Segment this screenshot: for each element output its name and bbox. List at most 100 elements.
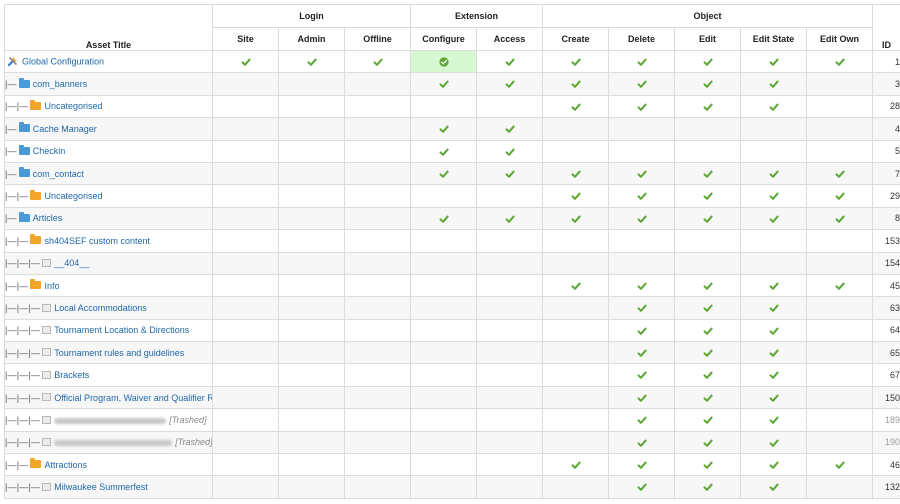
site-permission-cell[interactable]: [212, 139, 279, 163]
edit-state-permission-cell[interactable]: [740, 341, 808, 365]
create-permission-cell[interactable]: [542, 408, 610, 432]
site-permission-cell[interactable]: [212, 430, 279, 455]
create-permission-cell[interactable]: [542, 117, 610, 141]
delete-permission-cell[interactable]: [608, 49, 676, 74]
offline-permission-cell[interactable]: [344, 206, 411, 231]
admin-permission-cell[interactable]: [278, 296, 345, 320]
offline-permission-cell[interactable]: [344, 184, 411, 208]
admin-permission-cell[interactable]: [278, 430, 345, 455]
access-permission-cell[interactable]: [475, 408, 544, 432]
offline-permission-cell[interactable]: [344, 408, 411, 432]
admin-permission-cell[interactable]: [278, 229, 345, 253]
offline-permission-cell[interactable]: [344, 341, 411, 365]
edit-permission-cell[interactable]: [674, 206, 742, 231]
edit-own-permission-cell[interactable]: [806, 363, 874, 387]
edit-permission-cell[interactable]: [674, 273, 742, 298]
create-permission-cell[interactable]: [542, 229, 610, 253]
edit-state-permission-cell[interactable]: [740, 430, 808, 455]
asset-title-link[interactable]: Brackets: [54, 370, 89, 380]
delete-permission-cell[interactable]: [608, 363, 676, 387]
admin-permission-cell[interactable]: [278, 206, 345, 231]
create-permission-cell[interactable]: [542, 94, 610, 119]
configure-permission-cell[interactable]: [410, 363, 477, 387]
configure-permission-cell[interactable]: [410, 139, 477, 163]
admin-permission-cell[interactable]: [278, 318, 345, 343]
edit-state-permission-cell[interactable]: [740, 184, 808, 208]
configure-permission-cell[interactable]: [410, 117, 477, 141]
edit-state-permission-cell[interactable]: [740, 475, 808, 499]
edit-own-permission-cell[interactable]: [806, 139, 874, 163]
create-permission-cell[interactable]: [542, 475, 610, 499]
site-permission-cell[interactable]: [212, 184, 279, 208]
edit-own-permission-cell[interactable]: [806, 430, 874, 455]
edit-permission-cell[interactable]: [674, 117, 742, 141]
admin-permission-cell[interactable]: [278, 184, 345, 208]
edit-permission-cell[interactable]: [674, 341, 742, 365]
offline-permission-cell[interactable]: [344, 49, 411, 74]
edit-permission-cell[interactable]: [674, 251, 742, 275]
edit-permission-cell[interactable]: [674, 430, 742, 455]
access-permission-cell[interactable]: [475, 206, 544, 231]
edit-state-permission-cell[interactable]: [740, 385, 808, 410]
create-permission-cell[interactable]: [542, 453, 610, 477]
offline-permission-cell[interactable]: [344, 139, 411, 163]
site-permission-cell[interactable]: [212, 341, 279, 365]
edit-own-permission-cell[interactable]: [806, 408, 874, 432]
edit-own-permission-cell[interactable]: [806, 49, 874, 74]
create-permission-cell[interactable]: [542, 341, 610, 365]
create-permission-cell[interactable]: [542, 273, 610, 298]
site-permission-cell[interactable]: [212, 385, 279, 410]
create-permission-cell[interactable]: [542, 49, 610, 74]
offline-permission-cell[interactable]: [344, 430, 411, 455]
edit-own-permission-cell[interactable]: [806, 341, 874, 365]
delete-permission-cell[interactable]: [608, 139, 676, 163]
site-permission-cell[interactable]: [212, 117, 279, 141]
configure-permission-cell[interactable]: [410, 161, 477, 186]
delete-permission-cell[interactable]: [608, 296, 676, 320]
delete-permission-cell[interactable]: [608, 94, 676, 119]
site-permission-cell[interactable]: [212, 161, 279, 186]
create-permission-cell[interactable]: [542, 296, 610, 320]
asset-title-link[interactable]: Attractions: [44, 460, 87, 470]
edit-own-permission-cell[interactable]: [806, 296, 874, 320]
asset-title-link[interactable]: Global Configuration: [22, 56, 104, 66]
offline-permission-cell[interactable]: [344, 296, 411, 320]
edit-own-permission-cell[interactable]: [806, 475, 874, 499]
delete-permission-cell[interactable]: [608, 273, 676, 298]
asset-title-link[interactable]: Milwaukee Summerfest: [54, 482, 148, 492]
access-permission-cell[interactable]: [475, 341, 544, 365]
edit-permission-cell[interactable]: [674, 94, 742, 119]
asset-title-link[interactable]: Local Accommodations: [54, 303, 147, 313]
configure-permission-cell[interactable]: [410, 251, 477, 275]
create-permission-cell[interactable]: [542, 161, 610, 186]
edit-own-permission-cell[interactable]: [806, 206, 874, 231]
access-permission-cell[interactable]: [475, 273, 544, 298]
admin-permission-cell[interactable]: [278, 72, 345, 96]
access-permission-cell[interactable]: [475, 475, 544, 499]
delete-permission-cell[interactable]: [608, 318, 676, 343]
delete-permission-cell[interactable]: [608, 475, 676, 499]
edit-own-permission-cell[interactable]: [806, 184, 874, 208]
edit-own-permission-cell[interactable]: [806, 161, 874, 186]
asset-title-link[interactable]: Checkin: [33, 146, 66, 156]
edit-own-permission-cell[interactable]: [806, 273, 874, 298]
access-permission-cell[interactable]: [475, 296, 544, 320]
asset-title-link[interactable]: Info: [44, 281, 59, 291]
edit-permission-cell[interactable]: [674, 318, 742, 343]
site-permission-cell[interactable]: [212, 49, 279, 74]
edit-own-permission-cell[interactable]: [806, 385, 874, 410]
configure-permission-cell[interactable]: [410, 184, 477, 208]
edit-state-permission-cell[interactable]: [740, 161, 808, 186]
asset-title-link[interactable]: Official Program, Waiver and Qualifier R…: [54, 393, 211, 403]
offline-permission-cell[interactable]: [344, 318, 411, 343]
asset-title-link[interactable]: Cache Manager: [33, 124, 97, 134]
delete-permission-cell[interactable]: [608, 72, 676, 96]
configure-permission-cell[interactable]: [410, 273, 477, 298]
edit-own-permission-cell[interactable]: [806, 251, 874, 275]
admin-permission-cell[interactable]: [278, 408, 345, 432]
offline-permission-cell[interactable]: [344, 453, 411, 477]
admin-permission-cell[interactable]: [278, 139, 345, 163]
delete-permission-cell[interactable]: [608, 206, 676, 231]
access-permission-cell[interactable]: [475, 251, 544, 275]
asset-title-link[interactable]: Articles: [33, 213, 63, 223]
